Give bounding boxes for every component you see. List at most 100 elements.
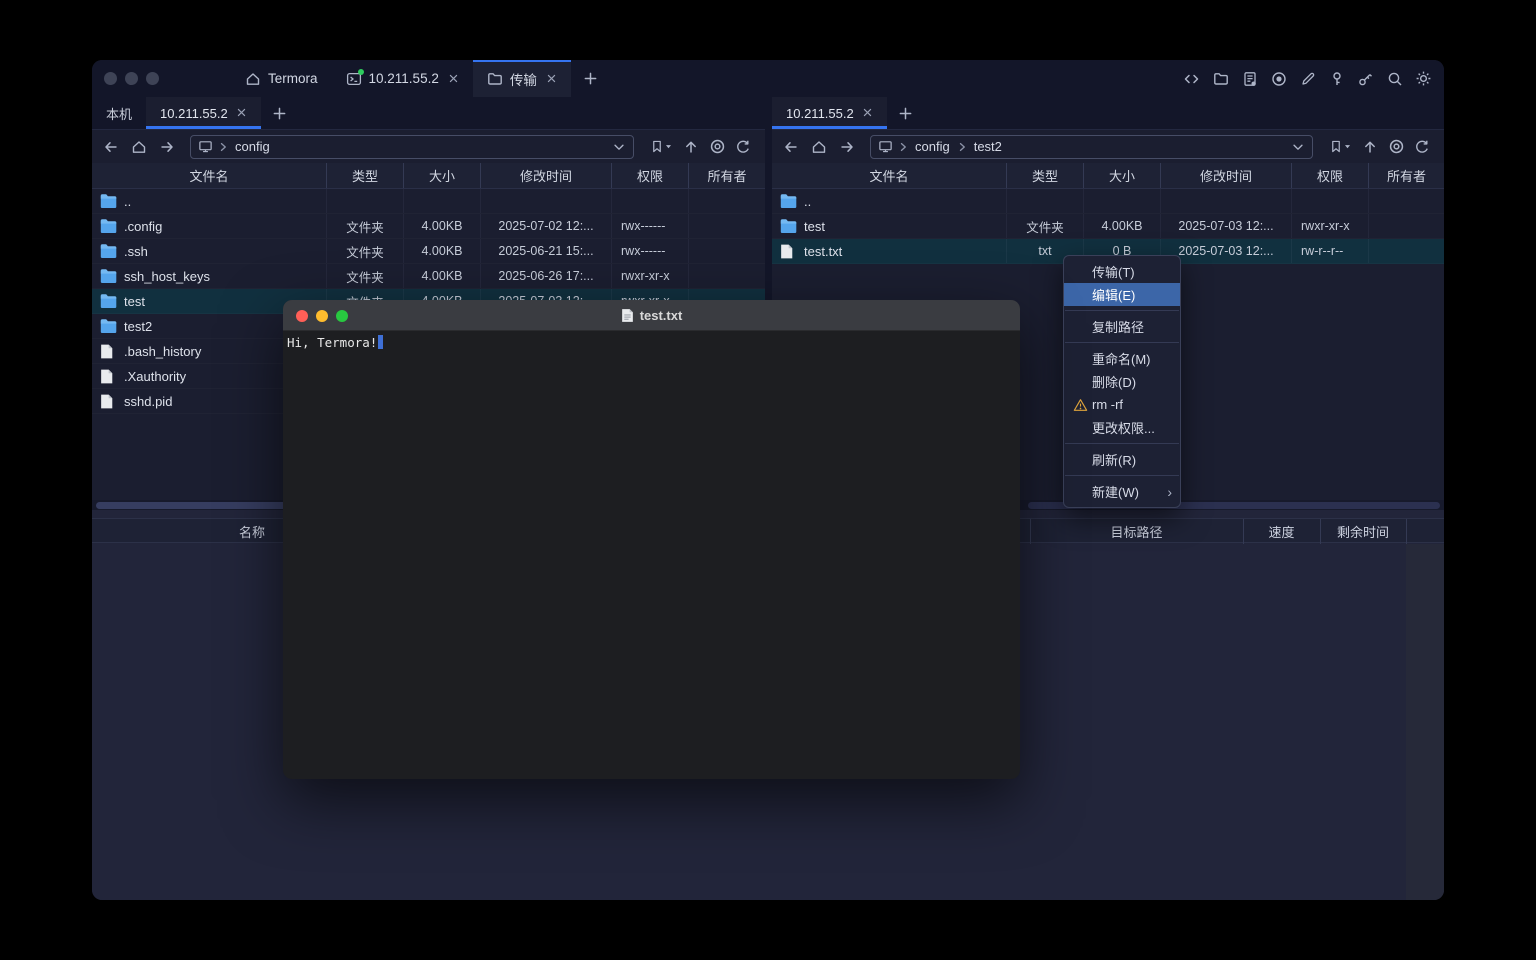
close-icon[interactable] [448,71,459,87]
column-header[interactable]: 类型 [327,163,404,188]
column-header[interactable]: 权限 [612,163,689,188]
app-tab-transfer[interactable]: 传输 [473,60,571,97]
app-tab-bar: Termora10.211.55.2传输 [231,60,610,97]
transfer-col-speed[interactable]: 速度 [1243,519,1320,544]
panel-tab-10.211.55.2[interactable]: 10.211.55.2 [772,97,887,129]
column-header[interactable]: 所有者 [689,163,765,188]
log-button[interactable] [1241,70,1258,87]
up-directory-button[interactable] [679,135,703,159]
transfer-col-destination[interactable]: 目标路径 [1030,519,1243,544]
code-button[interactable] [1183,70,1200,87]
file-row[interactable]: .. [772,189,1444,214]
new-app-tab-button[interactable] [571,60,610,97]
column-header[interactable]: 修改时间 [481,163,612,188]
text-cursor [378,335,383,349]
menu-item--R-[interactable]: 刷新(R) [1064,448,1180,471]
back-button[interactable] [98,135,124,159]
editor-titlebar[interactable]: test.txt [283,300,1020,331]
menu-item-rm-rf[interactable]: rm -rf [1064,393,1180,416]
key-button[interactable] [1328,70,1345,87]
up-directory-button[interactable] [1358,135,1382,159]
close-icon[interactable] [546,71,557,87]
file-name: ssh_host_keys [124,269,210,284]
transfer-col-eta[interactable]: 剩余时间 [1320,519,1406,544]
panel-tab-label: 本机 [106,104,132,123]
pencil-button[interactable] [1299,70,1316,87]
menu-item--W-[interactable]: 新建(W)› [1064,480,1180,503]
new-panel-tab-button[interactable] [261,97,298,129]
folder-icon [780,194,797,209]
file-size-cell: 4.00KB [404,214,481,238]
menu-item--D-[interactable]: 删除(D) [1064,370,1180,393]
column-header[interactable]: 文件名 [92,163,327,188]
window-zoom-button[interactable] [146,72,159,85]
chevdown-icon[interactable] [612,140,626,154]
eye-icon [1388,138,1405,155]
home-button[interactable] [126,135,152,159]
back-button[interactable] [778,135,804,159]
show-hidden-files-button[interactable] [705,135,729,159]
file-perms-cell [612,189,689,213]
file-row[interactable]: ssh_host_keys文件夹4.00KB2025-06-26 17:...r… [92,264,765,289]
app-tab-termora[interactable]: Termora [231,60,332,97]
file-table: 文件名类型大小修改时间权限所有者.. test文件夹4.00KB2025-07-0… [772,163,1444,264]
warning-icon [1073,398,1092,412]
column-header[interactable]: 修改时间 [1161,163,1292,188]
menu-item--E-[interactable]: 编辑(E) [1064,283,1180,306]
path-breadcrumb-field[interactable]: config [190,135,634,159]
window-minimize-button[interactable] [125,72,138,85]
menu-item--[interactable]: 更改权限... [1064,416,1180,439]
column-header[interactable]: 大小 [404,163,481,188]
column-header[interactable]: 类型 [1007,163,1084,188]
file-row[interactable]: test文件夹4.00KB2025-07-03 12:...rwxr-xr-x [772,214,1444,239]
keychain-icon [1357,71,1374,87]
app-titlebar: Termora10.211.55.2传输 [92,60,1444,97]
editor-zoom-button[interactable] [336,310,348,322]
refresh-button[interactable] [1410,135,1434,159]
column-header[interactable]: 大小 [1084,163,1161,188]
new-panel-tab-button[interactable] [887,97,924,129]
column-header[interactable]: 权限 [1292,163,1369,188]
bookmark-button[interactable] [1324,135,1356,159]
close-icon[interactable] [236,106,247,121]
column-header[interactable]: 文件名 [772,163,1007,188]
file-row[interactable]: .config文件夹4.00KB2025-07-02 12:...rwx----… [92,214,765,239]
column-header[interactable]: 所有者 [1369,163,1444,188]
path-segment[interactable]: config [233,139,272,154]
close-icon[interactable] [862,106,873,121]
editor-minimize-button[interactable] [316,310,328,322]
file-modified-cell: 2025-06-21 15:... [481,239,612,263]
menu-item--T-[interactable]: 传输(T) [1064,260,1180,283]
window-close-button[interactable] [104,72,117,85]
panel-tab--[interactable]: 本机 [92,97,146,129]
path-breadcrumb-field[interactable]: config test2 [870,135,1313,159]
menu-item--[interactable]: 复制路径 [1064,315,1180,338]
file-row[interactable]: .. [92,189,765,214]
menu-item--M-[interactable]: 重命名(M) [1064,347,1180,370]
display-icon [878,139,893,154]
record-button[interactable] [1270,70,1287,87]
home-button[interactable] [806,135,832,159]
editor-content[interactable]: Hi, Termora! [283,331,1020,353]
folder-button[interactable] [1212,70,1229,87]
file-row[interactable]: .ssh文件夹4.00KB2025-06-21 15:...rwx------ [92,239,765,264]
folder-icon [100,194,117,209]
chevdown-icon[interactable] [1291,140,1305,154]
panel-tab-10.211.55.2[interactable]: 10.211.55.2 [146,97,261,129]
app-tab-ssh-host[interactable]: 10.211.55.2 [332,60,473,97]
refresh-button[interactable] [731,135,755,159]
search-button[interactable] [1386,70,1403,87]
editor-close-button[interactable] [296,310,308,322]
file-type-cell: 文件夹 [327,264,404,288]
arrowup-icon [683,139,699,155]
bookmark-button[interactable] [645,135,677,159]
keychain-button[interactable] [1357,70,1374,87]
forward-button[interactable] [154,135,180,159]
file-table-header: 文件名类型大小修改时间权限所有者 [772,163,1444,189]
file-name: .. [804,194,811,209]
show-hidden-files-button[interactable] [1384,135,1408,159]
path-segment[interactable]: test2 [972,139,1004,154]
settings-button[interactable] [1415,70,1432,87]
forward-button[interactable] [834,135,860,159]
path-segment[interactable]: config [913,139,952,154]
